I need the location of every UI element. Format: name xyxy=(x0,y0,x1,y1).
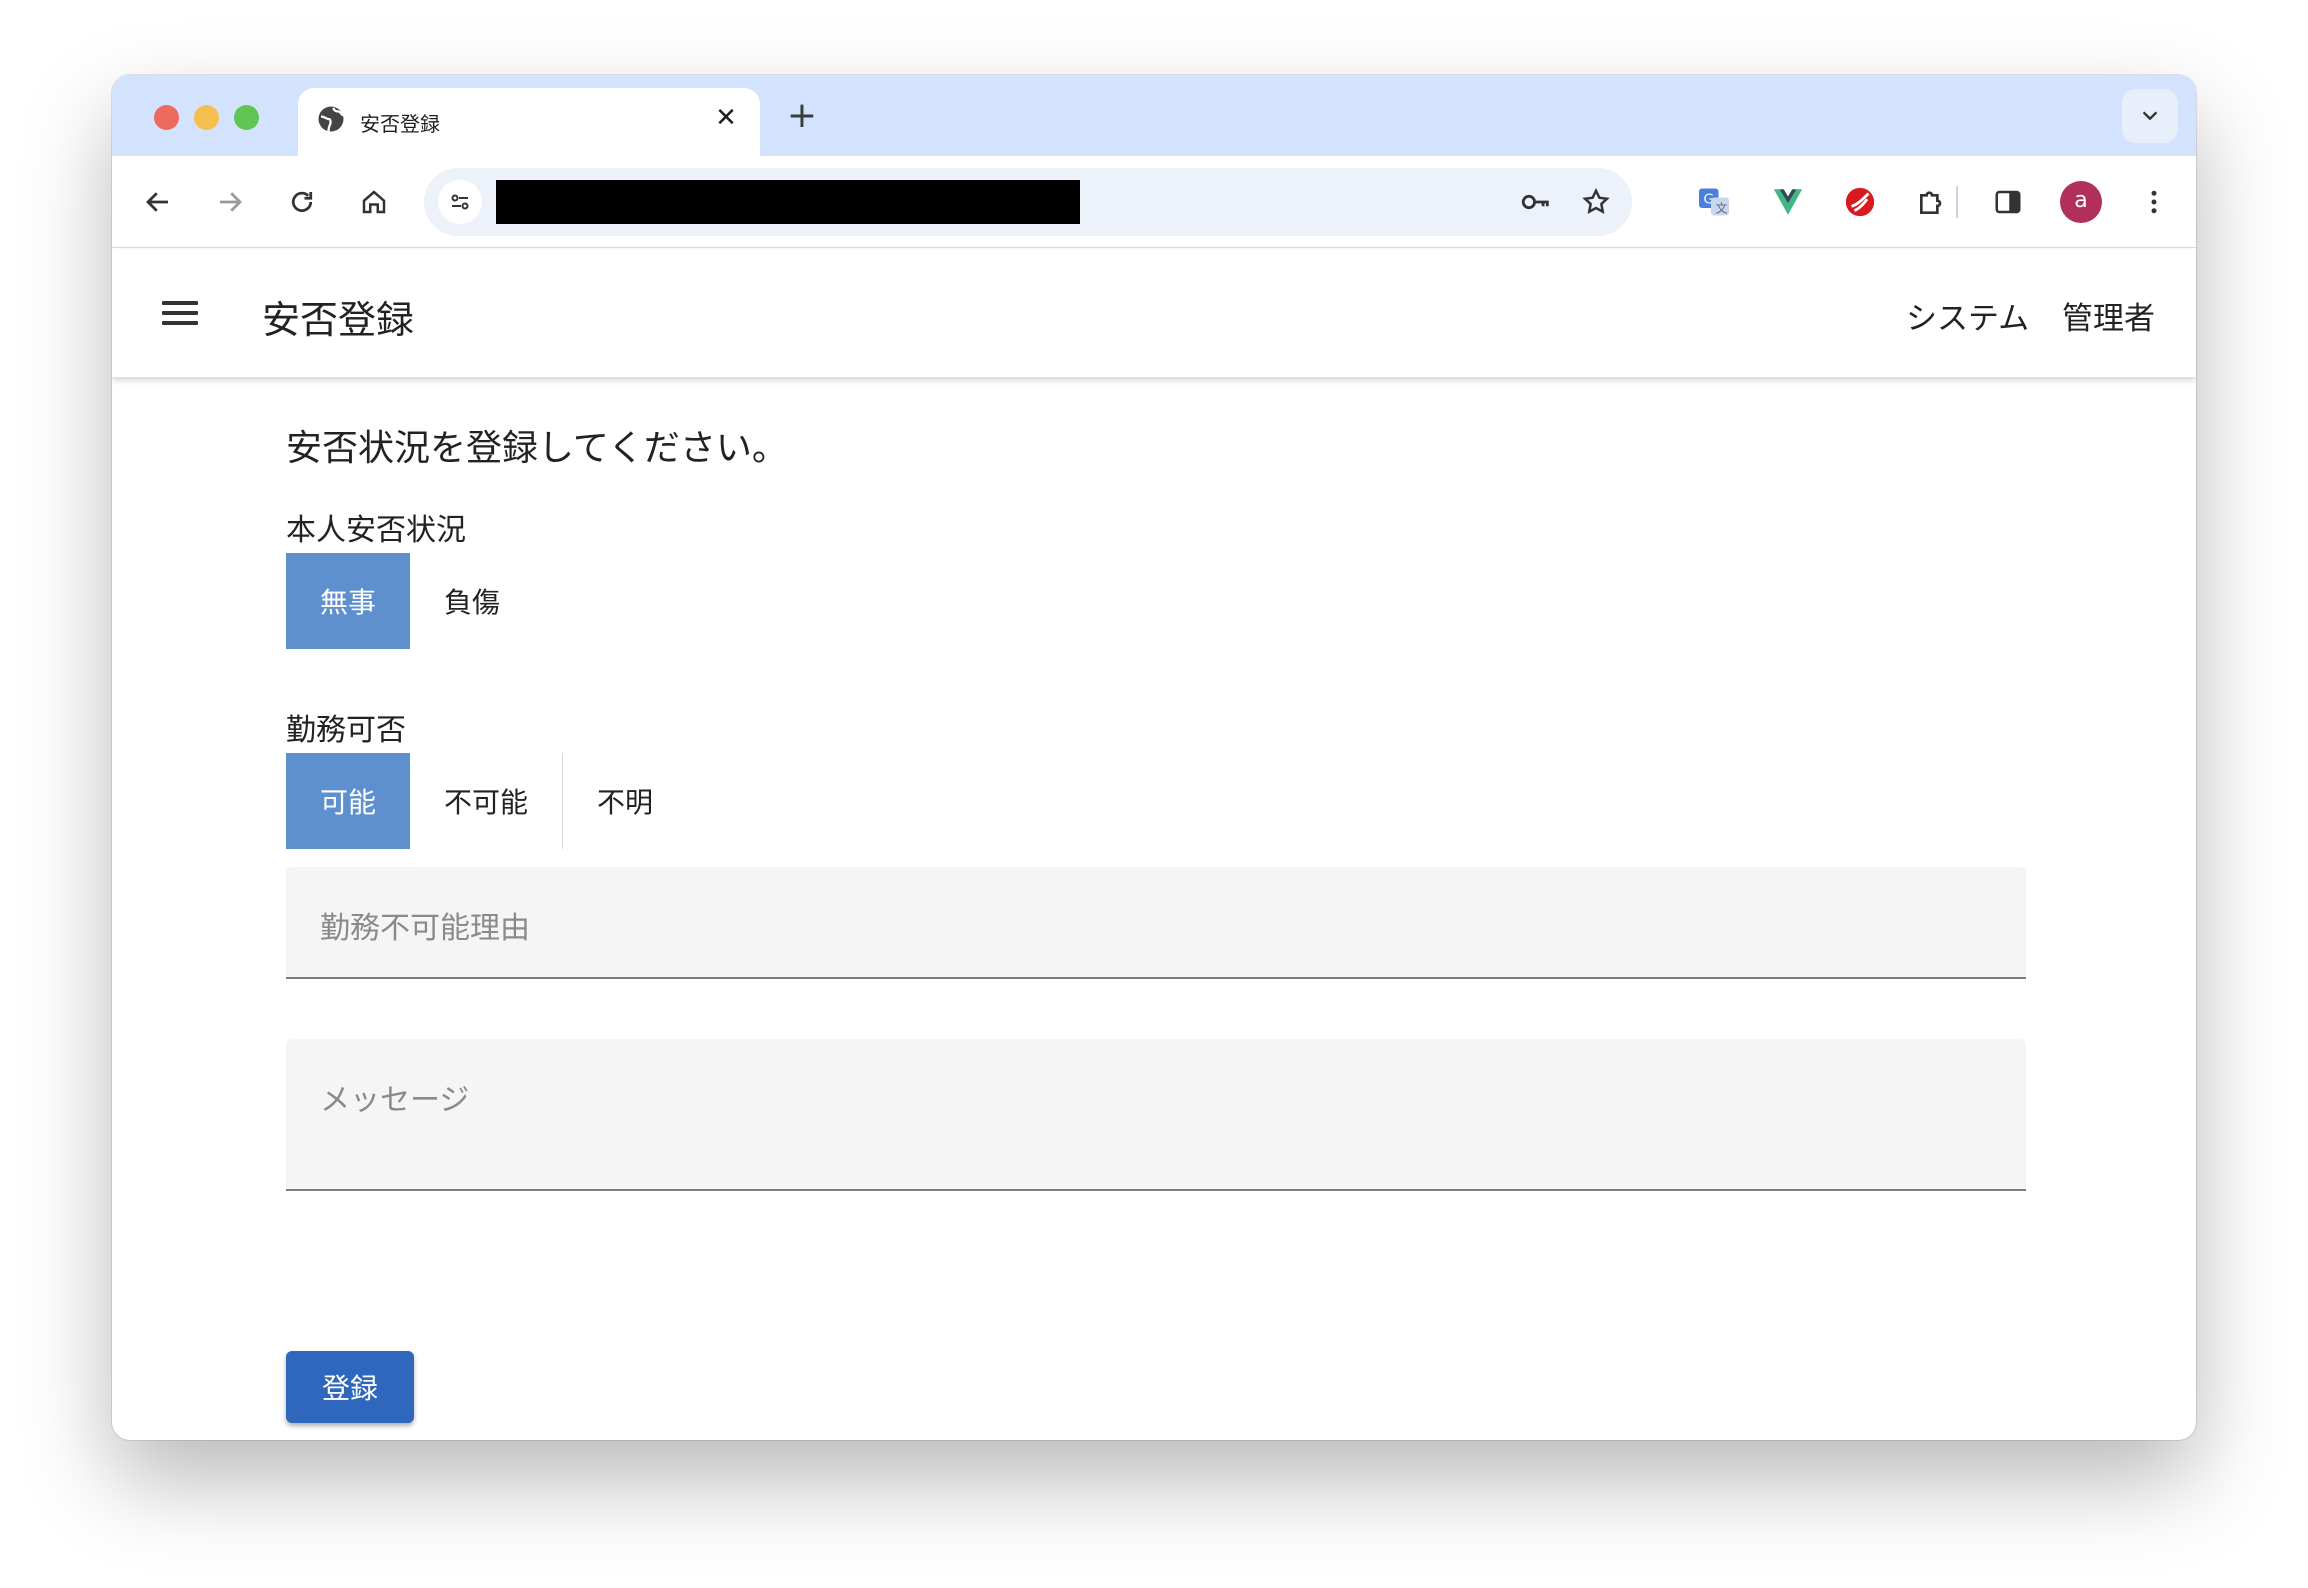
bookmark-button[interactable] xyxy=(1574,180,1618,224)
maximize-window-button[interactable] xyxy=(234,105,259,130)
trend-micro-icon xyxy=(1845,187,1875,217)
reload-icon xyxy=(291,191,313,212)
home-icon xyxy=(362,190,386,214)
new-tab-button[interactable]: + xyxy=(782,97,822,137)
translate-extension-button[interactable]: G文 xyxy=(1692,180,1736,224)
arrow-left-icon xyxy=(146,192,168,212)
work-unknown-option[interactable]: 不明 xyxy=(562,753,688,849)
address-bar[interactable] xyxy=(424,168,1632,236)
browser-tab[interactable]: 安否登録 ✕ xyxy=(298,88,760,156)
side-panel-button[interactable] xyxy=(1986,180,2030,224)
toolbar-divider xyxy=(1956,186,1958,218)
work-availability-toggle: 可能 不可能 不明 xyxy=(286,753,688,849)
puzzle-icon xyxy=(1920,191,1942,214)
vue-extension-button[interactable] xyxy=(1766,180,1810,224)
side-panel-icon xyxy=(1995,190,2021,214)
tab-search-button[interactable] xyxy=(2122,89,2178,143)
close-tab-icon[interactable]: ✕ xyxy=(710,102,742,134)
form-instruction: 安否状況を登録してください。 xyxy=(286,428,788,469)
nav-admin-link[interactable]: 管理者 xyxy=(2062,293,2155,338)
page-title: 安否登録 xyxy=(262,298,415,342)
nav-system-link[interactable]: システム xyxy=(1906,293,2029,338)
browser-toolbar: G文 a xyxy=(112,156,2196,248)
vue-icon xyxy=(1773,189,1803,215)
site-settings-button[interactable] xyxy=(438,180,482,224)
arrow-right-icon xyxy=(220,192,242,212)
status-injured-option[interactable]: 負傷 xyxy=(410,553,535,649)
reload-button[interactable] xyxy=(280,180,324,224)
message-placeholder: メッセージ xyxy=(320,1083,470,1118)
security-extension-button[interactable] xyxy=(1838,180,1882,224)
globe-icon xyxy=(316,104,346,134)
minimize-window-button[interactable] xyxy=(194,105,219,130)
tab-title: 安否登録 xyxy=(360,112,440,136)
close-window-button[interactable] xyxy=(154,105,179,130)
home-button[interactable] xyxy=(352,180,396,224)
status-safe-option[interactable]: 無事 xyxy=(286,553,411,649)
register-button[interactable]: 登録 xyxy=(286,1351,414,1423)
unavailable-reason-placeholder: 勤務不可能理由 xyxy=(320,911,530,946)
message-field[interactable]: メッセージ xyxy=(286,1039,2026,1191)
more-vert-icon xyxy=(2151,190,2157,214)
star-icon xyxy=(1582,187,1610,214)
profile-avatar[interactable]: a xyxy=(2060,181,2102,223)
work-availability-label: 勤務可否 xyxy=(286,713,406,748)
tune-icon xyxy=(451,194,469,210)
translate-icon: G文 xyxy=(1699,188,1729,216)
browser-menu-button[interactable] xyxy=(2132,180,2176,224)
browser-window: 安否登録 ✕ + G 文 a 安否登録 システム 管理者 安否状況を登録してくだ… xyxy=(112,75,2196,1440)
extensions-button[interactable] xyxy=(1910,180,1954,224)
chevron-down-icon xyxy=(2142,111,2158,121)
back-button[interactable] xyxy=(136,180,180,224)
work-available-option[interactable]: 可能 xyxy=(286,753,411,849)
personal-status-label: 本人安否状況 xyxy=(286,513,466,548)
key-icon xyxy=(1521,194,1549,210)
tab-strip: 安否登録 ✕ + xyxy=(112,75,2196,156)
menu-icon[interactable] xyxy=(158,292,202,334)
url-redaction xyxy=(496,180,1080,224)
svg-text:文: 文 xyxy=(1716,201,1728,216)
forward-button[interactable] xyxy=(208,180,252,224)
personal-status-toggle: 無事 負傷 xyxy=(286,553,535,649)
password-key-button[interactable] xyxy=(1514,180,1558,224)
unavailable-reason-field[interactable]: 勤務不可能理由 xyxy=(286,867,2026,979)
work-unavailable-option[interactable]: 不可能 xyxy=(410,753,563,849)
app-header: 安否登録 システム 管理者 xyxy=(112,249,2196,377)
